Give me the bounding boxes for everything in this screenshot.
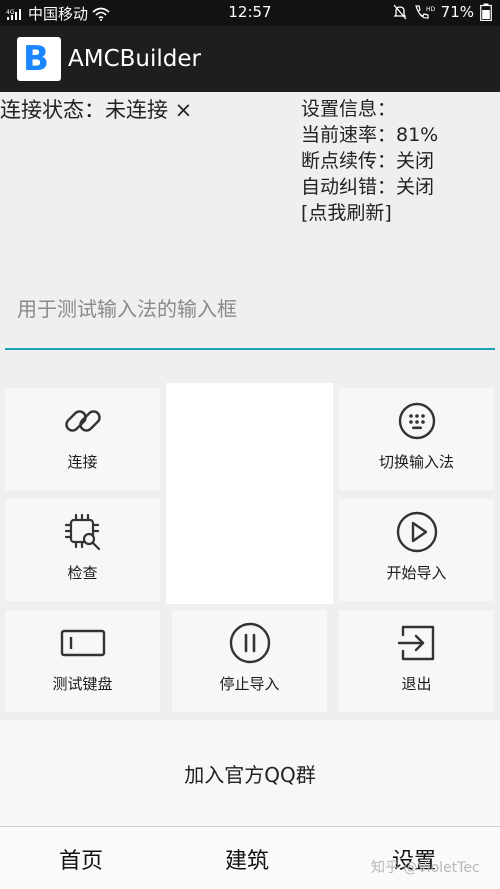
- status-right: HD 71%: [393, 3, 492, 21]
- battery-percent: 71%: [440, 3, 474, 21]
- start-import-button[interactable]: 开始导入: [339, 499, 494, 601]
- exit-icon: [394, 620, 440, 666]
- refresh-link[interactable]: [点我刷新]: [301, 200, 438, 226]
- exit-button[interactable]: 退出: [339, 610, 494, 712]
- switch-ime-label: 切换输入法: [378, 453, 454, 471]
- center-panel: [166, 383, 333, 604]
- join-qq-group-button[interactable]: 加入官方QQ群: [0, 720, 500, 826]
- test-keyboard-button[interactable]: 测试键盘: [5, 610, 160, 712]
- connect-button[interactable]: 连接: [5, 388, 160, 490]
- app-logo: B: [17, 37, 61, 81]
- connection-status: 连接状态：未连接 ×: [0, 98, 193, 122]
- settings-header: 设置信息：: [301, 98, 397, 120]
- start-import-label: 开始导入: [386, 564, 447, 582]
- hd-label: HD: [426, 6, 435, 13]
- keypad-icon: [394, 398, 440, 444]
- keyboard-frame-icon: [60, 620, 106, 666]
- mute-icon: [393, 4, 407, 20]
- connect-label: 连接: [67, 453, 98, 471]
- switch-ime-button[interactable]: 切换输入法: [339, 388, 494, 490]
- tab-building[interactable]: 建筑: [225, 843, 269, 875]
- logo-letter: B: [23, 39, 49, 79]
- pause-icon: [227, 620, 273, 666]
- ime-test-input[interactable]: [5, 270, 495, 350]
- tab-home[interactable]: 首页: [59, 843, 103, 875]
- check-button[interactable]: 检查: [5, 499, 160, 601]
- app-bar: B AMCBuilder: [0, 26, 500, 92]
- settings-resume: 断点续传：关闭: [301, 150, 435, 172]
- settings-rate: 当前速率：81%: [301, 124, 439, 146]
- watermark: 知乎 @VioletTec: [371, 860, 480, 876]
- join-qq-group-label: 加入官方QQ群: [184, 762, 316, 787]
- link-icon: [60, 398, 106, 444]
- settings-autocorrect: 自动纠错：关闭: [301, 176, 435, 198]
- battery-icon: [480, 3, 492, 21]
- call-hd-icon: HD: [413, 4, 435, 20]
- app-title: AMCBuilder: [68, 46, 201, 72]
- settings-info: 设置信息： 当前速率：81% 断点续传：关闭 自动纠错：关闭 [点我刷新]: [301, 96, 438, 226]
- exit-label: 退出: [401, 675, 432, 693]
- stop-import-button[interactable]: 停止导入: [172, 610, 327, 712]
- chip-search-icon: [60, 509, 106, 555]
- status-bar: 4G 中国移动 12:57 HD 71%: [0, 0, 500, 26]
- check-label: 检查: [67, 564, 98, 582]
- test-keyboard-label: 测试键盘: [52, 675, 113, 693]
- stop-import-label: 停止导入: [219, 675, 280, 693]
- play-icon: [394, 509, 440, 555]
